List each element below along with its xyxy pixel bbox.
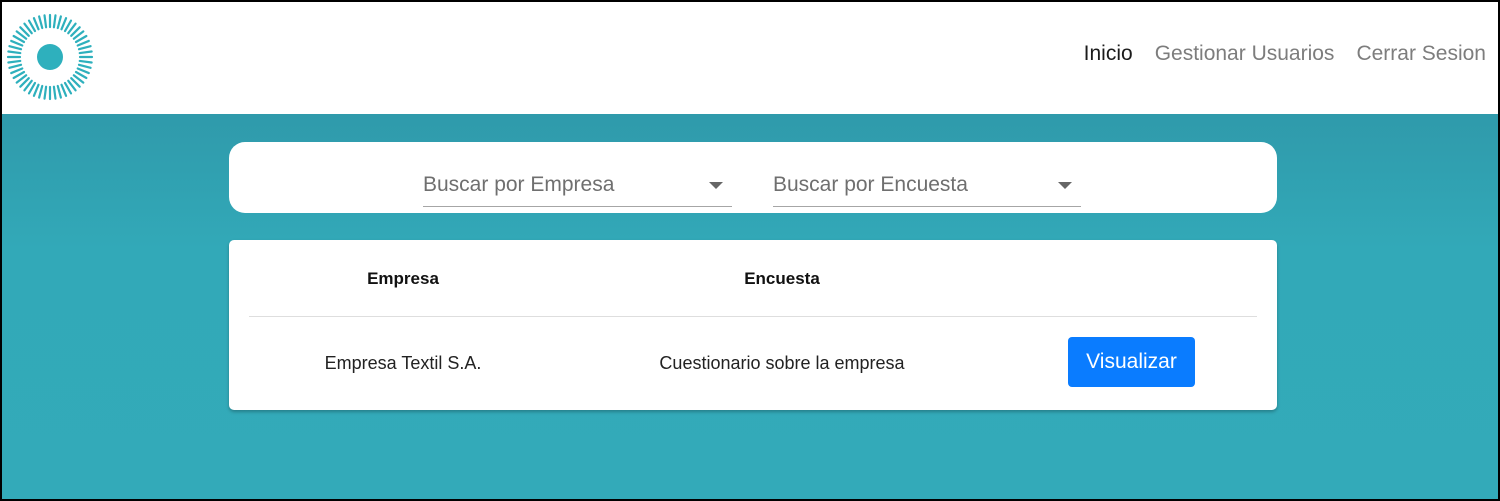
column-header-empresa: Empresa	[367, 269, 439, 288]
chevron-down-icon	[1058, 182, 1072, 189]
empresa-select-placeholder: Buscar por Empresa	[423, 173, 615, 196]
results-table: Empresa Encuesta Empresa Textil S.A. Cue…	[229, 240, 1277, 410]
nav-links: Inicio Gestionar Usuarios Cerrar Sesion	[1084, 42, 1486, 66]
navbar: Inicio Gestionar Usuarios Cerrar Sesion	[0, 0, 1500, 114]
sun-ring-logo-icon[interactable]	[6, 13, 94, 101]
encuesta-select[interactable]: Buscar por Encuesta	[773, 169, 1081, 207]
table-divider	[249, 316, 1257, 317]
chevron-down-icon	[709, 182, 723, 189]
empresa-select[interactable]: Buscar por Empresa	[423, 169, 732, 207]
nav-link-gestionar-usuarios[interactable]: Gestionar Usuarios	[1155, 42, 1335, 66]
encuesta-select-placeholder: Buscar por Encuesta	[773, 173, 968, 196]
filter-card: Buscar por Empresa Buscar por Encuesta	[229, 142, 1277, 213]
cell-empresa: Empresa Textil S.A.	[324, 353, 482, 373]
visualizar-button[interactable]: Visualizar	[1068, 337, 1195, 387]
main-content: Buscar por Empresa Buscar por Encuesta E…	[0, 114, 1500, 501]
cell-encuesta: Cuestionario sobre la empresa	[659, 353, 905, 373]
column-header-encuesta: Encuesta	[744, 269, 820, 288]
nav-link-inicio[interactable]: Inicio	[1084, 42, 1133, 66]
nav-link-cerrar-sesion[interactable]: Cerrar Sesion	[1356, 42, 1486, 66]
